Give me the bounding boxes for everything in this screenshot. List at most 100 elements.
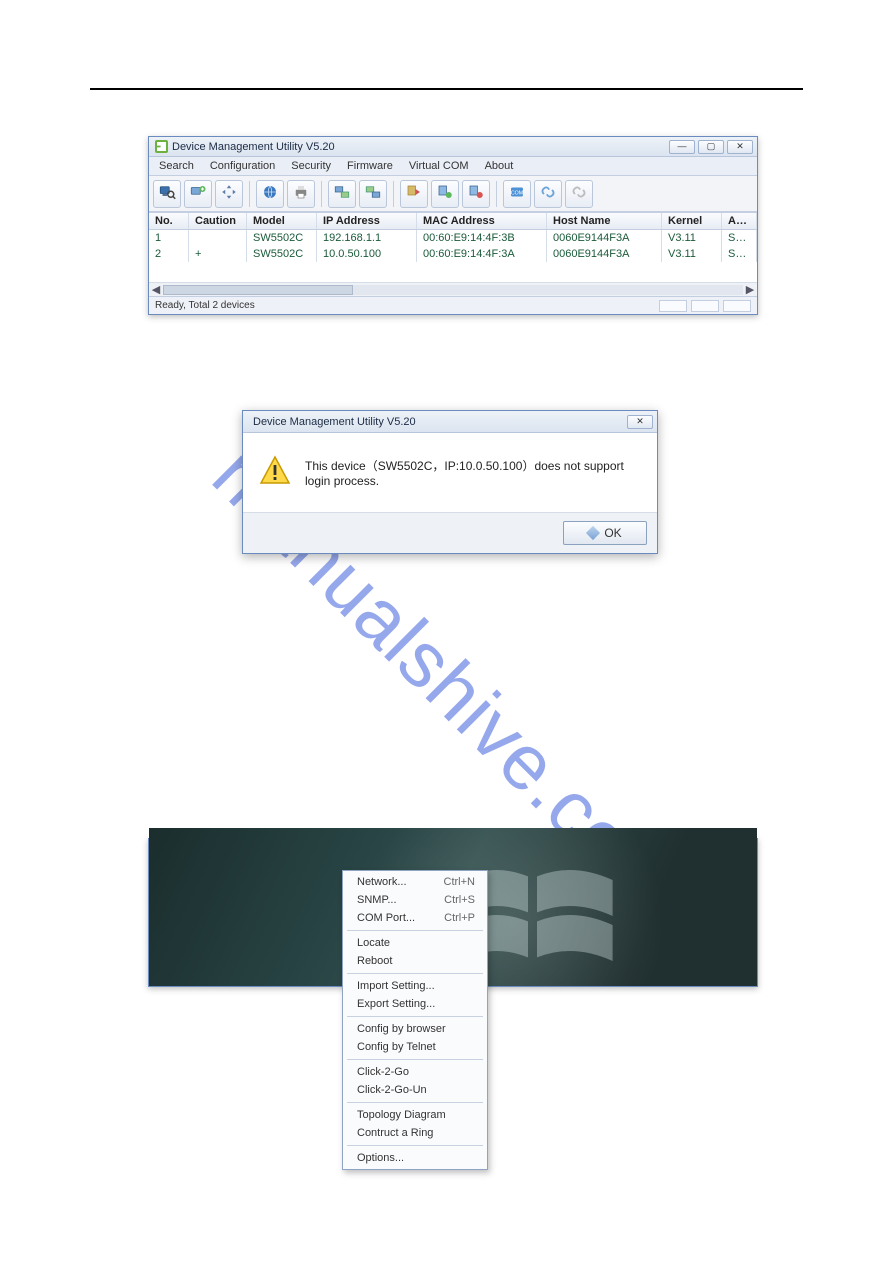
column-header[interactable]: No. xyxy=(149,213,189,229)
menu-firmware[interactable]: Firmware xyxy=(339,158,401,174)
menu-item-snmp[interactable]: SNMP...Ctrl+S xyxy=(343,891,487,909)
cell-ip: 10.0.50.100 xyxy=(317,246,417,262)
statusbar: Ready, Total 2 devices xyxy=(149,296,757,314)
firmware-1-icon xyxy=(405,183,423,204)
table-row[interactable]: 2+SW5502C10.0.50.10000:60:E9:14:4F:3A006… xyxy=(149,246,757,262)
toolbar: COM xyxy=(149,176,757,212)
menu-item-label: Import Setting... xyxy=(357,980,435,992)
firmware-2-icon xyxy=(436,183,454,204)
menu-item-shortcut: Ctrl+S xyxy=(444,894,475,906)
page-rule xyxy=(90,88,803,90)
menu-about[interactable]: About xyxy=(477,158,522,174)
direction-arrows-icon xyxy=(220,183,238,204)
toolbar-browser-globe-button[interactable] xyxy=(256,180,284,208)
toolbar-firmware-2-button[interactable] xyxy=(431,180,459,208)
toolbar-separator xyxy=(321,181,322,207)
cell-model: SW5502C xyxy=(247,230,317,246)
print-icon xyxy=(292,183,310,204)
dialog-titlebar[interactable]: Device Management Utility V5.20 ✕ xyxy=(243,411,657,433)
menu-item-label: Config by Telnet xyxy=(357,1041,436,1053)
menu-security[interactable]: Security xyxy=(283,158,339,174)
cell-host: 0060E9144F3A xyxy=(547,246,662,262)
column-header[interactable]: Model xyxy=(247,213,317,229)
toolbar-separator xyxy=(249,181,250,207)
device-mgmt-window-1: Device Management Utility V5.20 — ▢ ✕ Se… xyxy=(148,136,758,315)
toolbar-vcom-link-2-button[interactable] xyxy=(565,180,593,208)
menu-item-options[interactable]: Options... xyxy=(343,1149,487,1167)
horizontal-scrollbar[interactable]: ◀ ▶ xyxy=(149,282,757,296)
menu-item-label: COM Port... xyxy=(357,912,415,924)
search-magnify-monitor-icon xyxy=(158,183,176,204)
scroll-right-arrow-icon[interactable]: ▶ xyxy=(743,284,757,296)
toolbar-firmware-1-button[interactable] xyxy=(400,180,428,208)
menu-item-label: Network... xyxy=(357,876,407,888)
dialog-close-button[interactable]: ✕ xyxy=(627,415,653,429)
cell-kernel: V3.11 xyxy=(662,246,722,262)
menubar: SearchConfigurationSecurityFirmwareVirtu… xyxy=(149,157,757,176)
menu-configuration[interactable]: Configuration xyxy=(202,158,283,174)
menu-item-label: Click-2-Go xyxy=(357,1066,409,1078)
menu-item-click-2-go-un[interactable]: Click-2-Go-Un xyxy=(343,1081,487,1099)
toolbar-direction-arrows-button[interactable] xyxy=(215,180,243,208)
menu-separator xyxy=(347,1016,483,1017)
column-header[interactable]: IP Address xyxy=(317,213,417,229)
toolbar-print-button[interactable] xyxy=(287,180,315,208)
ok-button[interactable]: OK xyxy=(563,521,647,545)
column-header[interactable]: Host Name xyxy=(547,213,662,229)
column-header[interactable]: MAC Address xyxy=(417,213,547,229)
cell-kernel: V3.11 xyxy=(662,230,722,246)
menu-item-import-setting[interactable]: Import Setting... xyxy=(343,977,487,995)
toolbar-add-device-button[interactable] xyxy=(184,180,212,208)
cell-mac: 00:60:E9:14:4F:3B xyxy=(417,230,547,246)
close-button[interactable]: ✕ xyxy=(727,140,753,154)
configuration-context-menu: Network...Ctrl+NSNMP...Ctrl+SCOM Port...… xyxy=(342,870,488,1170)
dialog-title: Device Management Utility V5.20 xyxy=(249,416,623,428)
menu-item-reboot[interactable]: Reboot xyxy=(343,952,487,970)
ok-label: OK xyxy=(604,526,621,540)
menu-item-label: Locate xyxy=(357,937,390,949)
menu-item-contruct-a-ring[interactable]: Contruct a Ring xyxy=(343,1124,487,1142)
dialog-message: This device（SW5502C，IP:10.0.50.100）does … xyxy=(305,457,641,488)
toolbar-search-magnify-monitor-button[interactable] xyxy=(153,180,181,208)
toolbar-vcom-link-1-button[interactable] xyxy=(534,180,562,208)
menu-item-shortcut: Ctrl+N xyxy=(444,876,475,888)
menu-separator xyxy=(347,1059,483,1060)
menu-separator xyxy=(347,1145,483,1146)
minimize-button[interactable]: — xyxy=(669,140,695,154)
vcom-link-2-icon xyxy=(570,183,588,204)
menu-item-label: Contruct a Ring xyxy=(357,1127,433,1139)
toolbar-firmware-3-button[interactable] xyxy=(462,180,490,208)
ok-diamond-icon xyxy=(586,526,600,540)
menu-search[interactable]: Search xyxy=(151,158,202,174)
column-header[interactable]: Kernel xyxy=(662,213,722,229)
menu-item-config-by-telnet[interactable]: Config by Telnet xyxy=(343,1038,487,1056)
menu-item-topology-diagram[interactable]: Topology Diagram xyxy=(343,1106,487,1124)
status-pane xyxy=(723,300,751,312)
toolbar-device-net-1-button[interactable] xyxy=(328,180,356,208)
toolbar-device-net-2-button[interactable] xyxy=(359,180,387,208)
scroll-left-arrow-icon[interactable]: ◀ xyxy=(149,284,163,296)
menu-item-label: Export Setting... xyxy=(357,998,435,1010)
menu-virtual-com[interactable]: Virtual COM xyxy=(401,158,477,174)
menu-item-export-setting[interactable]: Export Setting... xyxy=(343,995,487,1013)
menu-item-config-by-browser[interactable]: Config by browser xyxy=(343,1020,487,1038)
scroll-track[interactable] xyxy=(163,285,743,295)
toolbar-vcom-1-button[interactable]: COM xyxy=(503,180,531,208)
vcom-link-1-icon xyxy=(539,183,557,204)
menu-item-click-2-go[interactable]: Click-2-Go xyxy=(343,1063,487,1081)
menu-item-locate[interactable]: Locate xyxy=(343,934,487,952)
cell-ip: 192.168.1.1 xyxy=(317,230,417,246)
menu-separator xyxy=(347,973,483,974)
scroll-thumb[interactable] xyxy=(163,285,353,295)
column-header[interactable]: AP Information xyxy=(722,213,757,229)
column-header[interactable]: Caution xyxy=(189,213,247,229)
menu-item-network[interactable]: Network... Ctrl+N xyxy=(343,873,487,891)
table-row[interactable]: 1SW5502C192.168.1.100:60:E9:14:4F:3B0060… xyxy=(149,230,757,246)
menu-item-label: Topology Diagram xyxy=(357,1109,446,1121)
warning-icon xyxy=(259,455,291,490)
cell-ap: SW5502C V3.14 ^^SW xyxy=(722,246,757,262)
titlebar[interactable]: Device Management Utility V5.20 — ▢ ✕ xyxy=(149,137,757,157)
menu-item-com-port[interactable]: COM Port...Ctrl+P xyxy=(343,909,487,927)
status-text: Ready, Total 2 devices xyxy=(155,300,255,311)
maximize-button[interactable]: ▢ xyxy=(698,140,724,154)
